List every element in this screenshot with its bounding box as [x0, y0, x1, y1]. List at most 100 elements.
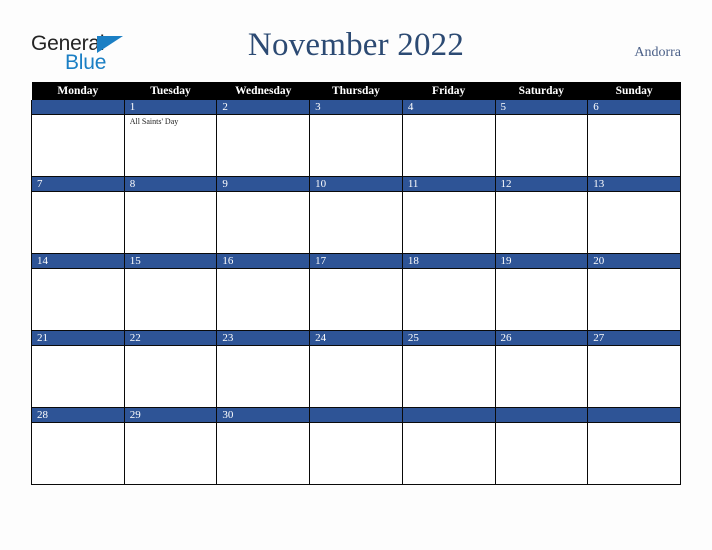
calendar-header-row: Monday Tuesday Wednesday Thursday Friday…: [31, 82, 681, 100]
calendar-day-cell[interactable]: 21: [31, 330, 125, 408]
day-number: 12: [495, 177, 588, 192]
calendar-day-cell[interactable]: [31, 100, 125, 177]
day-events: [310, 115, 402, 117]
day-number: 3: [310, 100, 402, 115]
calendar-day-cell[interactable]: 5: [494, 100, 589, 177]
calendar-day-cell[interactable]: 30: [216, 407, 311, 485]
calendar-day-cell[interactable]: 1 All Saints' Day: [123, 100, 218, 177]
day-number: 15: [124, 254, 217, 269]
day-events: All Saints' Day: [125, 115, 217, 127]
day-events: [125, 423, 217, 425]
day-events: [32, 192, 124, 194]
day-events: [403, 346, 495, 348]
day-events: [217, 192, 309, 194]
day-number: 24: [310, 331, 402, 346]
calendar-day-cell[interactable]: 3: [309, 100, 403, 177]
calendar-day-cell[interactable]: 28: [31, 407, 125, 485]
country-label: Andorra: [634, 45, 681, 60]
day-events: [125, 346, 217, 348]
day-number: [402, 408, 495, 423]
day-number: 7: [32, 177, 124, 192]
day-events: [310, 269, 402, 271]
calendar-day-cell[interactable]: [494, 407, 589, 485]
calendar-day-cell[interactable]: 27: [587, 330, 681, 408]
day-number: 22: [124, 331, 217, 346]
calendar-day-cell[interactable]: 16: [216, 253, 311, 331]
day-number: 14: [32, 254, 124, 269]
calendar-week-row: 28 29 30: [31, 407, 681, 485]
calendar-day-cell[interactable]: [587, 407, 681, 485]
day-events: [32, 115, 124, 117]
day-events: [310, 346, 402, 348]
calendar-day-cell[interactable]: 25: [401, 330, 496, 408]
calendar-day-cell[interactable]: 17: [309, 253, 403, 331]
calendar-day-cell[interactable]: 18: [401, 253, 496, 331]
calendar-day-cell[interactable]: 23: [216, 330, 311, 408]
day-number: 23: [217, 331, 310, 346]
day-events: [588, 115, 680, 117]
day-number: 29: [124, 408, 217, 423]
day-number: 30: [217, 408, 310, 423]
calendar-day-cell[interactable]: 11: [401, 176, 496, 254]
day-number: 11: [402, 177, 495, 192]
calendar-day-cell[interactable]: 2: [216, 100, 311, 177]
calendar-week-row: 7 8 9 10 11 12 13: [31, 176, 681, 254]
page-header: General Blue November 2022 Andorra: [0, 0, 712, 82]
calendar-week-row: 14 15 16 17 18 19 20: [31, 253, 681, 331]
calendar-day-cell[interactable]: 13: [587, 176, 681, 254]
calendar-day-cell[interactable]: 26: [494, 330, 589, 408]
day-events: [217, 269, 309, 271]
day-events: [310, 192, 402, 194]
day-events: [496, 192, 588, 194]
day-events: [496, 269, 588, 271]
calendar-day-cell[interactable]: 29: [123, 407, 218, 485]
calendar-day-cell[interactable]: 14: [31, 253, 125, 331]
day-number: 25: [402, 331, 495, 346]
day-events: [217, 346, 309, 348]
day-number: [310, 408, 402, 423]
calendar-day-cell[interactable]: 20: [587, 253, 681, 331]
day-number: 13: [588, 177, 680, 192]
day-events: [217, 115, 309, 117]
day-events: [125, 192, 217, 194]
day-events: [32, 346, 124, 348]
calendar-day-cell[interactable]: [401, 407, 496, 485]
day-events: [32, 423, 124, 425]
day-events: [403, 115, 495, 117]
holiday-label: All Saints' Day: [129, 117, 179, 126]
calendar-grid: Monday Tuesday Wednesday Thursday Friday…: [31, 82, 681, 485]
day-events: [588, 423, 680, 425]
calendar-day-cell[interactable]: 8: [123, 176, 218, 254]
calendar-day-cell[interactable]: 9: [216, 176, 311, 254]
weekday-header-friday: Friday: [402, 82, 496, 100]
day-events: [588, 269, 680, 271]
calendar-body: 1 All Saints' Day 2 3 4 5 6 7 8 9 10 11 12 13 14 15 16 17…: [31, 100, 681, 485]
day-number: 9: [217, 177, 310, 192]
day-number: 2: [217, 100, 310, 115]
day-number: 27: [588, 331, 680, 346]
weekday-header-thursday: Thursday: [309, 82, 403, 100]
calendar-day-cell[interactable]: 15: [123, 253, 218, 331]
day-events: [496, 115, 588, 117]
calendar-day-cell[interactable]: 6: [587, 100, 681, 177]
day-number: [588, 408, 680, 423]
calendar-day-cell[interactable]: 10: [309, 176, 403, 254]
day-number: 21: [32, 331, 124, 346]
weekday-header-saturday: Saturday: [495, 82, 588, 100]
calendar-week-row: 21 22 23 24 25 26 27: [31, 330, 681, 408]
weekday-header-sunday: Sunday: [587, 82, 681, 100]
day-number: 6: [588, 100, 680, 115]
day-events: [496, 423, 588, 425]
calendar-day-cell[interactable]: 24: [309, 330, 403, 408]
calendar-day-cell[interactable]: 19: [494, 253, 589, 331]
calendar-day-cell[interactable]: [309, 407, 403, 485]
calendar-day-cell[interactable]: 4: [401, 100, 496, 177]
day-events: [125, 269, 217, 271]
day-number: 18: [402, 254, 495, 269]
calendar-day-cell[interactable]: 12: [494, 176, 589, 254]
day-number: 17: [310, 254, 402, 269]
day-events: [588, 192, 680, 194]
calendar-day-cell[interactable]: 7: [31, 176, 125, 254]
calendar-day-cell[interactable]: 22: [123, 330, 218, 408]
day-events: [588, 346, 680, 348]
